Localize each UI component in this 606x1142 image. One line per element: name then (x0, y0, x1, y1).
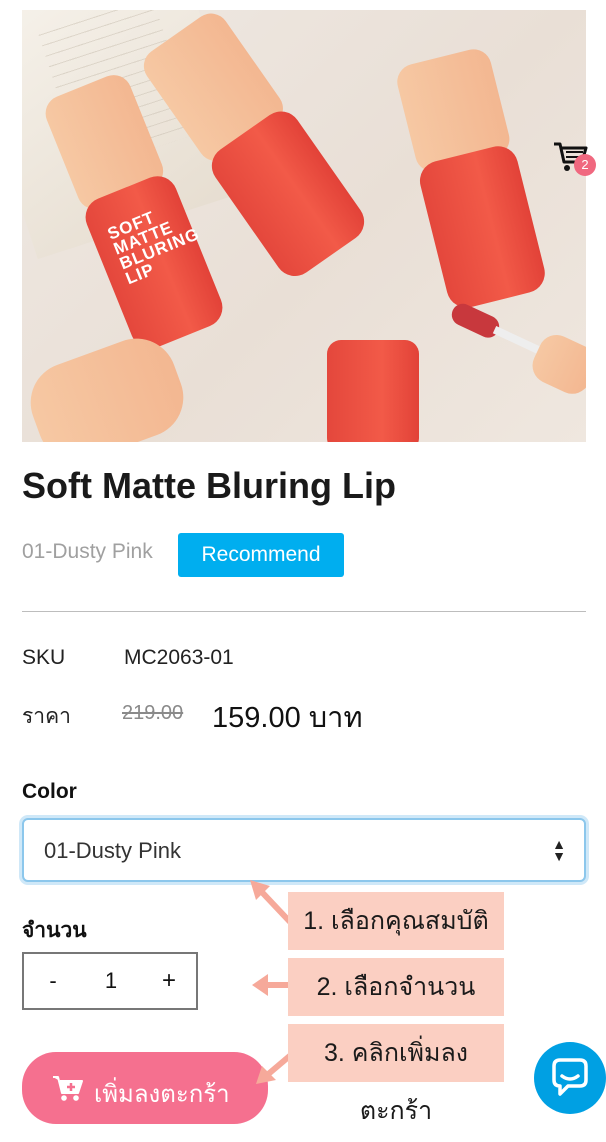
step-note-2: 2. เลือกจำนวน (288, 958, 504, 1016)
color-label: Color (22, 780, 77, 803)
decrease-quantity-button[interactable]: - (24, 954, 82, 1008)
recommend-badge: Recommend (178, 533, 344, 577)
product-image: SOFT MATTE BLURING LIP (22, 10, 586, 442)
old-price: 219.00 (122, 702, 184, 724)
product-variant: 01-Dusty Pink (22, 540, 153, 563)
increase-quantity-button[interactable]: + (140, 954, 198, 1008)
select-arrows-icon: ▲ ▼ (552, 836, 566, 864)
quantity-value[interactable]: 1 (82, 954, 140, 1008)
add-to-cart-button[interactable]: เพิ่มลงตะกร้า (22, 1052, 268, 1124)
cart-count-badge: 2 (574, 154, 596, 176)
current-price: 159.00 บาท (212, 702, 363, 734)
step-note-3: 3. คลิกเพิ่มลงตะกร้า (288, 1024, 504, 1125)
sku-value: MC2063-01 (124, 646, 234, 669)
add-to-cart-label: เพิ่มลงตะกร้า (94, 1081, 230, 1108)
color-select-value: 01-Dusty Pink (44, 838, 181, 863)
lip-tube-open (327, 330, 427, 442)
arrow-icon (252, 974, 288, 996)
step-note-1: 1. เลือกคุณสมบัติ (288, 892, 504, 950)
divider (22, 611, 586, 612)
chat-button[interactable] (534, 1042, 606, 1114)
quantity-stepper: - 1 + (22, 952, 198, 1010)
price-label: ราคา (22, 705, 71, 728)
color-select[interactable]: 01-Dusty Pink ▲ ▼ (22, 818, 586, 882)
sku-label: SKU (22, 646, 66, 669)
chat-icon (552, 1058, 588, 1096)
quantity-label: จำนวน (22, 919, 87, 942)
product-title: Soft Matte Bluring Lip (22, 465, 396, 506)
cart-plus-icon (52, 1074, 84, 1102)
